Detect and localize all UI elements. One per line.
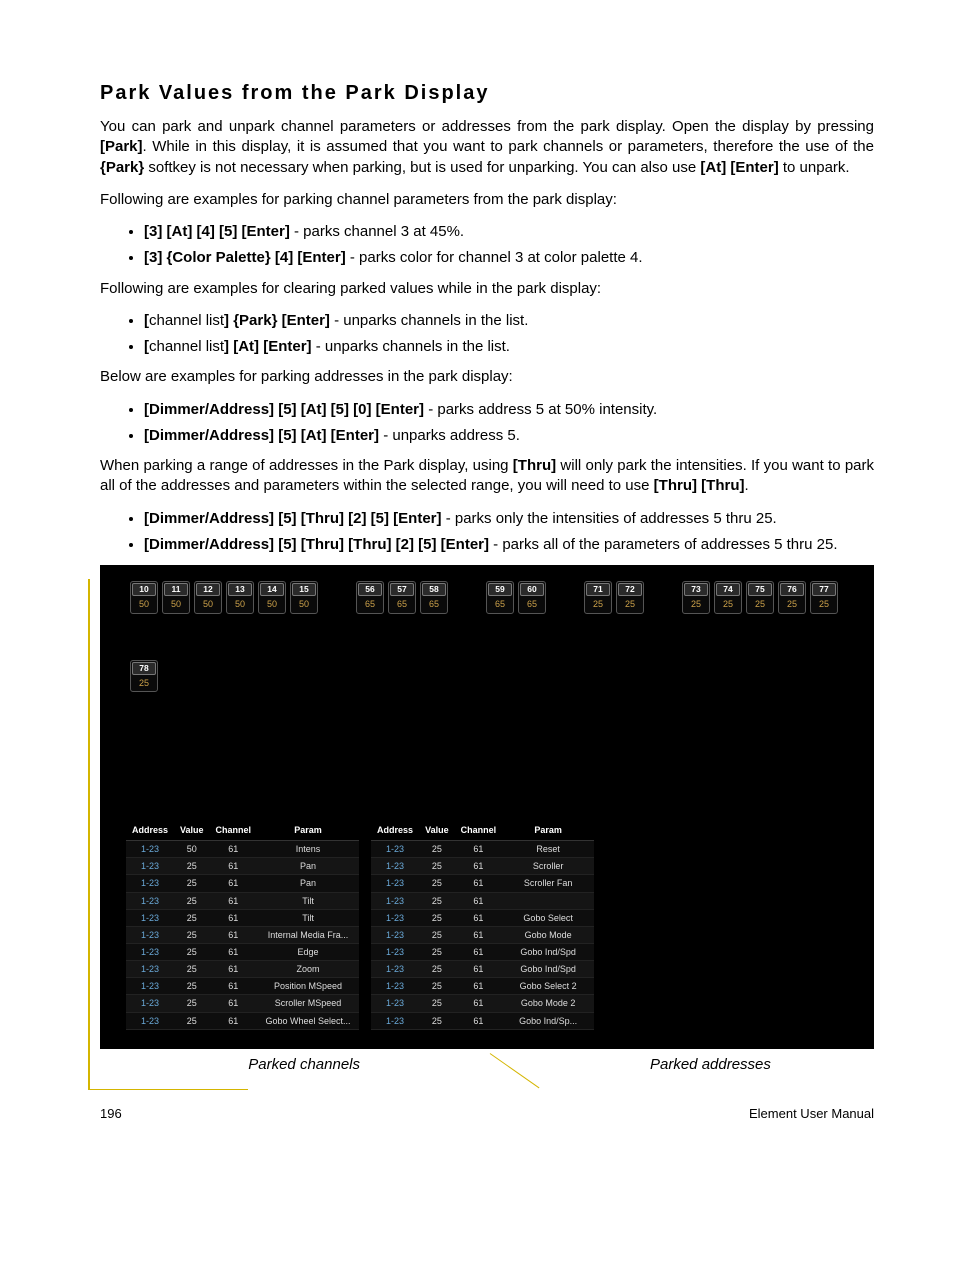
table-row: 1-232561Zoom [126,961,359,978]
table-row: 1-232561Internal Media Fra... [126,926,359,943]
channel-cell: 1550 [290,581,318,614]
table-row: 1-232561Edge [126,943,359,960]
channel-row: 105011501250135014501550 566557655865 5965… [130,581,862,614]
callout-line [88,1089,248,1090]
channel-cell: 5765 [388,581,416,614]
page-number: 196 [100,1105,122,1123]
table-row: 1-232561Tilt [126,909,359,926]
caption-parked-addresses: Parked addresses [650,1055,771,1075]
channel-cell: 7325 [682,581,710,614]
list-item: [3] {Color Palette} [4] [Enter] - parks … [144,248,874,268]
para-4: Below are examples for parking addresses… [100,367,874,387]
table-row: 1-232561Gobo Mode 2 [371,995,594,1012]
channel-cell: 7225 [616,581,644,614]
para-2: Following are examples for parking chann… [100,190,874,210]
table-row: 1-232561Gobo Select [371,909,594,926]
intro-paragraph: You can park and unpark channel paramete… [100,117,874,178]
table-row: 1-232561Scroller [371,858,594,875]
list-item: [3] [At] [4] [5] [Enter] - parks channel… [144,222,874,242]
list-item: [Dimmer/Address] [5] [At] [5] [0] [Enter… [144,400,874,420]
list-3: [Dimmer/Address] [5] [At] [5] [0] [Enter… [100,400,874,447]
channel-cell: 7625 [778,581,806,614]
callout-line [88,579,90,1089]
table-row: 1-232561 [371,892,594,909]
address-table-1: Address Value Channel Param 1-235061Inte… [126,820,359,1030]
channel-cell: 1150 [162,581,190,614]
table-row: 1-232561Pan [126,875,359,892]
table-row: 1-232561Gobo Ind/Spd [371,961,594,978]
channel-cell: 7125 [584,581,612,614]
list-item: [channel list] [At] [Enter] - unparks ch… [144,337,874,357]
channel-cell: 1450 [258,581,286,614]
list-1: [3] [At] [4] [5] [Enter] - parks channel… [100,222,874,269]
section-heading: Park Values from the Park Display [100,80,874,107]
table-row: 1-232561Gobo Ind/Spd [371,943,594,960]
list-2: [channel list] {Park} [Enter] - unparks … [100,311,874,358]
channel-cell: 7825 [130,660,158,693]
channel-cell: 5965 [486,581,514,614]
manual-title: Element User Manual [749,1105,874,1123]
para-3: Following are examples for clearing park… [100,279,874,299]
channel-row: 7825 [130,660,862,693]
channel-cell: 7425 [714,581,742,614]
channel-cell: 1350 [226,581,254,614]
table-row: 1-232561Gobo Mode [371,926,594,943]
address-table-2: Address Value Channel Param 1-232561Rese… [371,820,594,1030]
table-row: 1-232561Gobo Ind/Sp... [371,1012,594,1029]
channel-cell: 5665 [356,581,384,614]
channel-cell: 1050 [130,581,158,614]
caption-parked-channels: Parked channels [100,1055,360,1075]
table-row: 1-232561Tilt [126,892,359,909]
list-4: [Dimmer/Address] [5] [Thru] [2] [5] [Ent… [100,509,874,556]
channel-cell: 1250 [194,581,222,614]
para-5: When parking a range of addresses in the… [100,456,874,497]
table-row: 1-232561Scroller Fan [371,875,594,892]
table-row: 1-235061Intens [126,841,359,858]
table-row: 1-232561Scroller MSpeed [126,995,359,1012]
table-row: 1-232561Position MSpeed [126,978,359,995]
channel-cell: 7525 [746,581,774,614]
park-display-screenshot: 105011501250135014501550 566557655865 5965… [100,565,874,1049]
channel-cell: 5865 [420,581,448,614]
table-row: 1-232561Gobo Select 2 [371,978,594,995]
channel-cell: 6065 [518,581,546,614]
list-item: [Dimmer/Address] [5] [At] [Enter] - unpa… [144,426,874,446]
table-row: 1-232561Reset [371,841,594,858]
channel-cell: 7725 [810,581,838,614]
list-item: [channel list] {Park} [Enter] - unparks … [144,311,874,331]
list-item: [Dimmer/Address] [5] [Thru] [2] [5] [Ent… [144,509,874,529]
table-row: 1-232561Gobo Wheel Select... [126,1012,359,1029]
list-item: [Dimmer/Address] [5] [Thru] [Thru] [2] [… [144,535,874,555]
table-row: 1-232561Pan [126,858,359,875]
